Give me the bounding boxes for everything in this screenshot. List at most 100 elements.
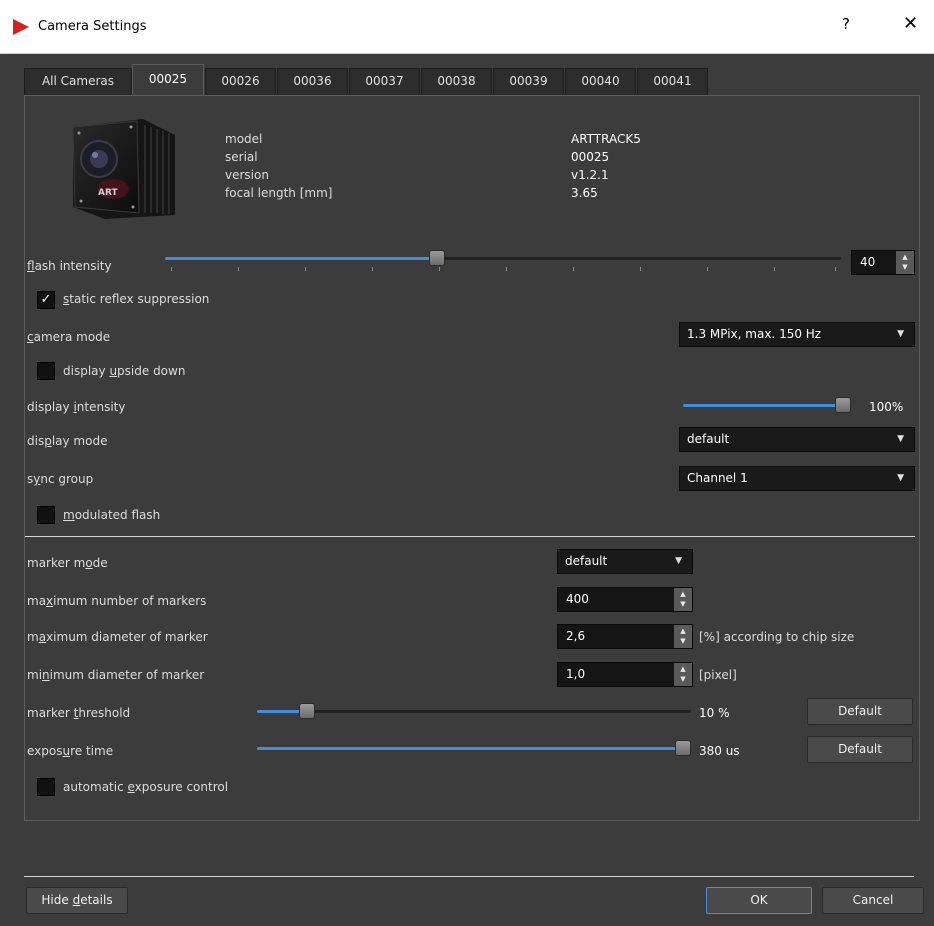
- marker-threshold-default-button[interactable]: Default: [807, 698, 913, 725]
- flash-tick: [506, 267, 507, 271]
- marker-threshold-slider[interactable]: [257, 703, 691, 719]
- flash-intensity-spinbox[interactable]: 40 ▲ ▼: [851, 250, 915, 275]
- tab-00026[interactable]: 00026: [205, 68, 276, 95]
- tab-00039[interactable]: 00039: [493, 68, 564, 95]
- flash-intensity-fill: [165, 257, 435, 260]
- min-diameter-spinbox[interactable]: 1,0 ▲ ▼: [557, 662, 693, 687]
- serial-value: 00025: [571, 150, 610, 164]
- min-diameter-unit: [pixel]: [699, 668, 737, 682]
- exposure-time-handle[interactable]: [675, 740, 691, 756]
- marker-threshold-label: marker threshold: [27, 706, 131, 720]
- sync-group-value: Channel 1: [687, 471, 748, 485]
- display-intensity-value: 100%: [869, 400, 904, 414]
- help-button[interactable]: ?: [842, 15, 850, 33]
- max-diameter-unit: [%] according to chip size: [699, 630, 855, 644]
- model-value: ARTTRACK5: [571, 132, 641, 146]
- tab-00038[interactable]: 00038: [421, 68, 492, 95]
- max-diameter-value: 2,6: [566, 629, 586, 643]
- modulated-flash-checkbox[interactable]: [37, 506, 55, 524]
- flash-tick: [238, 267, 239, 271]
- spin-arrows-icon[interactable]: ▲ ▼: [896, 251, 914, 274]
- flash-tick: [305, 267, 306, 271]
- flash-tick: [835, 267, 836, 271]
- checkmark-icon: ✓: [40, 292, 52, 307]
- sync-group-select[interactable]: Channel 1 ▼: [679, 466, 915, 491]
- chevron-down-icon: ▼: [675, 556, 682, 566]
- static-reflex-checkbox[interactable]: ✓: [37, 291, 55, 309]
- marker-threshold-handle[interactable]: [299, 703, 315, 719]
- tab-all-cameras[interactable]: All Cameras: [24, 68, 132, 95]
- spin-arrows-icon[interactable]: ▲ ▼: [674, 625, 692, 648]
- max-markers-label: maximum number of markers: [27, 594, 207, 608]
- flash-tick: [372, 267, 373, 271]
- serial-label: serial: [225, 150, 258, 164]
- display-mode-select[interactable]: default ▼: [679, 427, 915, 452]
- spin-arrows-icon[interactable]: ▲ ▼: [674, 588, 692, 611]
- marker-mode-select[interactable]: default ▼: [557, 549, 693, 574]
- display-upside-down-label: display upside down: [63, 364, 186, 378]
- flash-tick: [439, 267, 440, 271]
- flash-intensity-slider[interactable]: [165, 250, 841, 271]
- section-divider: [25, 536, 915, 537]
- marker-mode-label: marker mode: [27, 556, 108, 570]
- focal-length-value: 3.65: [571, 186, 598, 200]
- tab-00037[interactable]: 00037: [349, 68, 420, 95]
- chevron-down-icon: ▼: [897, 473, 904, 483]
- camera-image: ART: [72, 119, 175, 219]
- footer-divider: [24, 876, 914, 877]
- flash-tick: [640, 267, 641, 271]
- sync-group-label: sync group: [27, 472, 94, 486]
- camera-mode-label: camera mode: [27, 330, 111, 344]
- auto-exposure-checkbox[interactable]: [37, 778, 55, 796]
- marker-threshold-value: 10 %: [699, 706, 730, 720]
- focal-length-label: focal length [mm]: [225, 186, 333, 200]
- tab-00036[interactable]: 00036: [277, 68, 348, 95]
- exposure-time-label: exposure time: [27, 744, 114, 758]
- hide-details-button[interactable]: Hide details: [26, 887, 128, 914]
- camera-mode-value: 1.3 MPix, max. 150 Hz: [687, 327, 822, 341]
- display-intensity-handle[interactable]: [835, 397, 851, 413]
- marker-mode-value: default: [565, 554, 608, 568]
- tab-00025[interactable]: 00025: [132, 64, 204, 95]
- max-diameter-spinbox[interactable]: 2,6 ▲ ▼: [557, 624, 693, 649]
- flash-intensity-value: 40: [860, 255, 876, 269]
- flash-tick: [774, 267, 775, 271]
- flash-tick: [707, 267, 708, 271]
- cancel-button[interactable]: Cancel: [822, 887, 924, 914]
- chevron-down-icon: ▼: [897, 434, 904, 444]
- camera-mode-select[interactable]: 1.3 MPix, max. 150 Hz ▼: [679, 322, 915, 347]
- flash-intensity-label: flash intensity: [27, 259, 112, 273]
- display-mode-value: default: [687, 432, 730, 446]
- exposure-time-value: 380 us: [699, 744, 740, 758]
- ok-button[interactable]: OK: [706, 887, 812, 914]
- min-diameter-label: minimum diameter of marker: [27, 668, 205, 682]
- app-logo-icon: [13, 19, 29, 35]
- min-diameter-value: 1,0: [566, 667, 586, 681]
- display-intensity-slider[interactable]: [683, 397, 851, 413]
- auto-exposure-label: automatic exposure control: [63, 780, 229, 794]
- close-button[interactable]: ✕: [903, 13, 918, 34]
- max-markers-value: 400: [566, 592, 589, 606]
- window-title: Camera Settings: [38, 19, 147, 34]
- max-diameter-label: maximum diameter of marker: [27, 630, 208, 644]
- version-label: version: [225, 168, 269, 182]
- marker-threshold-fill: [257, 710, 305, 713]
- model-label: model: [225, 132, 263, 146]
- version-value: v1.2.1: [571, 168, 609, 182]
- static-reflex-label: static reflex suppression: [63, 292, 210, 306]
- spin-arrows-icon[interactable]: ▲ ▼: [674, 663, 692, 686]
- exposure-time-default-button[interactable]: Default: [807, 736, 913, 763]
- tab-00041[interactable]: 00041: [637, 68, 708, 95]
- flash-tick: [171, 267, 172, 271]
- exposure-time-slider[interactable]: [257, 740, 691, 756]
- max-markers-spinbox[interactable]: 400 ▲ ▼: [557, 587, 693, 612]
- display-intensity-fill: [683, 404, 843, 407]
- flash-intensity-handle[interactable]: [429, 250, 445, 266]
- modulated-flash-label: modulated flash: [63, 508, 161, 522]
- flash-tick: [573, 267, 574, 271]
- settings-panel: ART model ARTTRACK5 serial 00025 version…: [24, 95, 920, 821]
- tab-00040[interactable]: 00040: [565, 68, 636, 95]
- exposure-time-fill: [257, 747, 683, 750]
- display-upside-down-checkbox[interactable]: [37, 362, 55, 380]
- display-mode-label: display mode: [27, 434, 108, 448]
